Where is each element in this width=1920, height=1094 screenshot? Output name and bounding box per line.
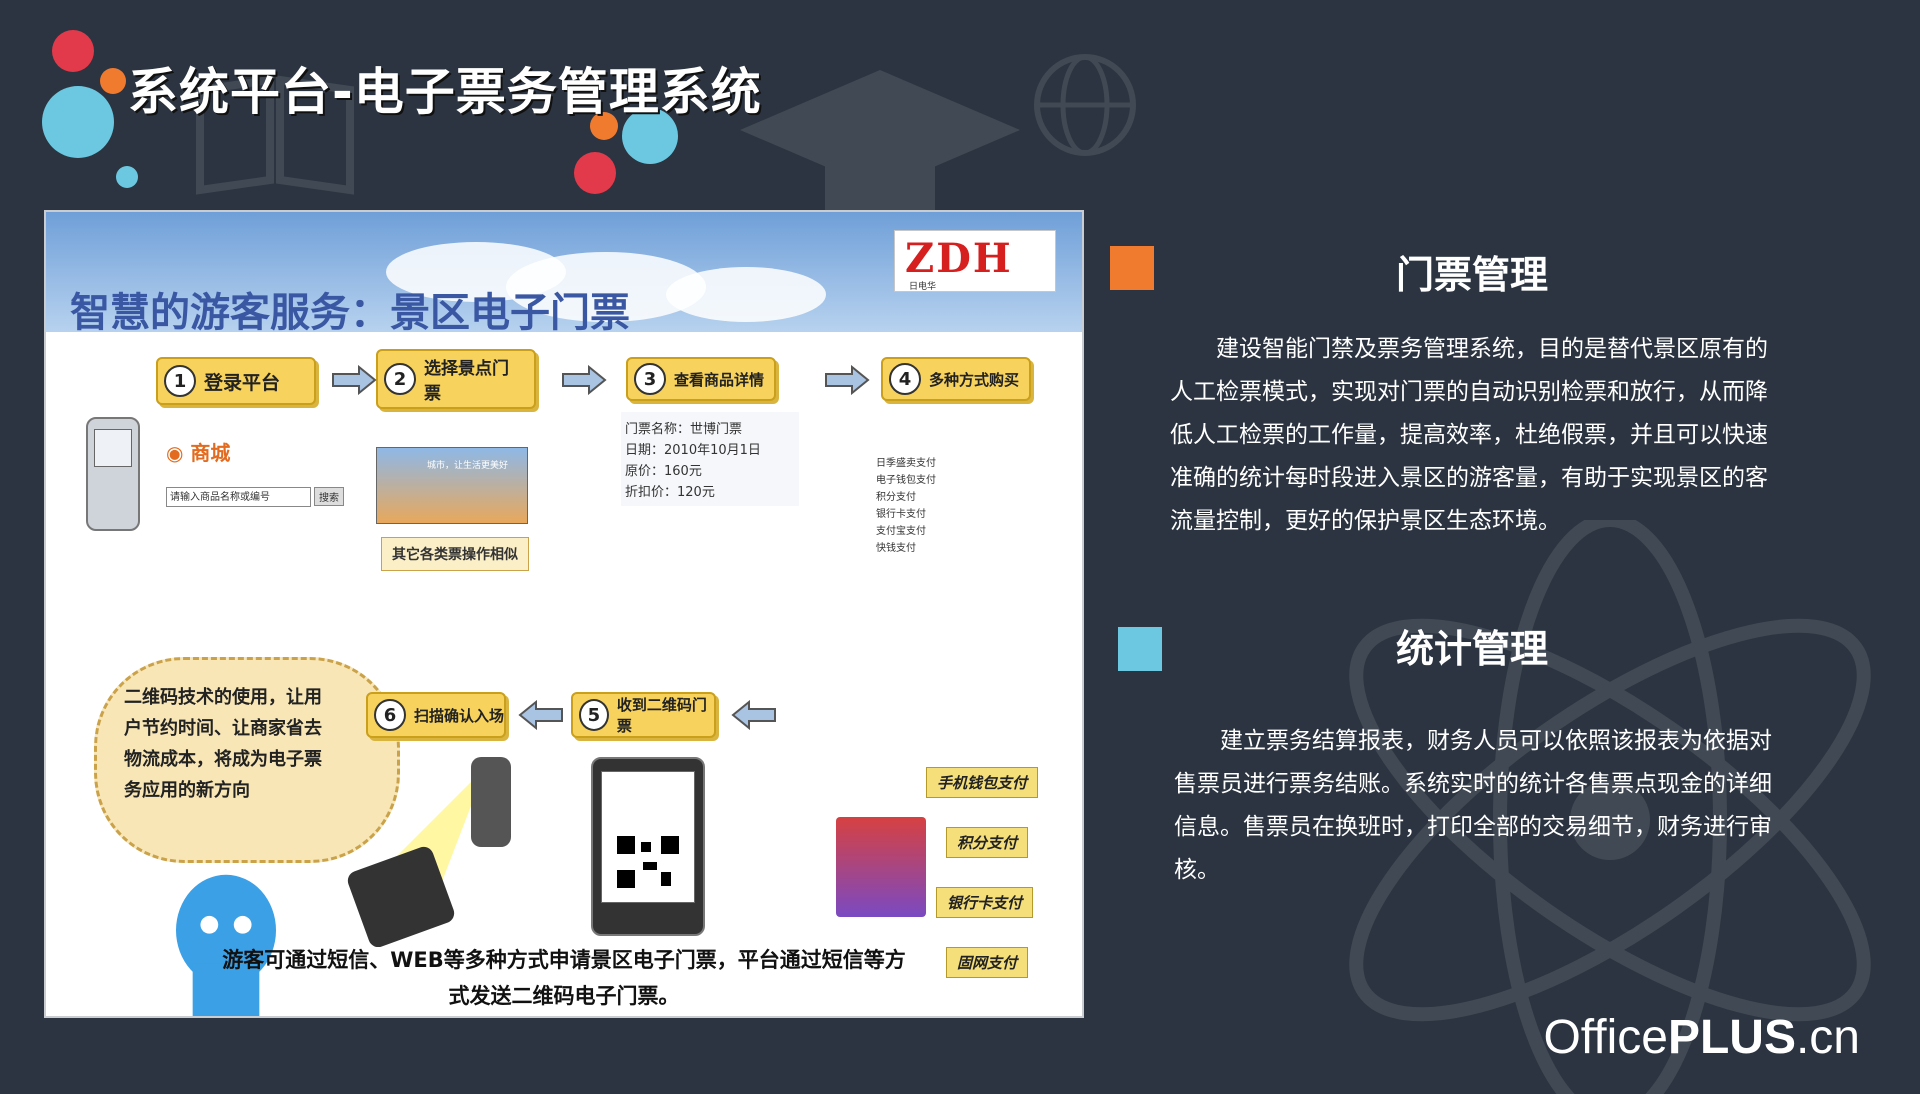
- pay-option: 积分支付: [876, 492, 916, 503]
- right-arrow-icon: [562, 365, 607, 395]
- search-box: 请输入商品名称或编号: [166, 487, 311, 507]
- page-title: 系统平台-电子票务管理系统: [128, 63, 762, 121]
- payment-options-list: 日季盛卖支付 电子钱包支付 积分支付 银行卡支付 支付宝支付 快钱支付: [876, 452, 936, 556]
- qr-code-screen: [601, 771, 695, 903]
- caption-line-1: 游客可通过短信、WEB等多种方式申请景区电子门票，平台通过短信等方: [222, 948, 906, 972]
- ticket-discount: 折扣价：120元: [625, 485, 715, 500]
- slide-heading: 智慧的游客服务：景区电子门票: [70, 289, 630, 336]
- section-1-marker: [1110, 246, 1154, 290]
- step-label: 扫描确认入场: [414, 706, 505, 725]
- pay-method-label: 手机钱包支付: [926, 767, 1039, 798]
- city-caption: 城市，让生活更美好: [427, 461, 509, 471]
- globe-icon: [1034, 54, 1136, 156]
- step-2-badge: 2 选择景点门票: [376, 349, 536, 409]
- bubble-text: 二维码技术的使用，让用户节约时间、让商家省去物流成本，将成为电子票务应用的新方向: [124, 687, 322, 801]
- city-photo: 城市，让生活更美好: [376, 447, 528, 524]
- step-label: 查看商品详情: [674, 370, 765, 389]
- other-tickets-note: 其它各类票操作相似: [381, 537, 529, 571]
- step-6-badge: 6 扫描确认入场: [366, 692, 506, 738]
- left-arrow-icon: [518, 700, 563, 730]
- step-number: 4: [889, 363, 921, 395]
- caption-line-2: 式发送二维码电子门票。: [448, 984, 680, 1008]
- step-number: 2: [384, 363, 416, 395]
- section-1-body: 建设智能门禁及票务管理系统，目的是替代景区原有的人工检票模式，实现对门票的自动识…: [1170, 336, 1768, 534]
- decor-dot: [42, 86, 114, 158]
- step-number: 3: [634, 363, 666, 395]
- right-arrow-icon: [332, 365, 377, 395]
- step-number: 1: [164, 365, 196, 397]
- decor-dot: [100, 68, 126, 94]
- logo-subtext: 日电华: [909, 282, 937, 292]
- brand-bold: PLUS: [1667, 1011, 1796, 1064]
- mall-logo: ◉ 商城: [166, 441, 231, 465]
- right-arrow-icon: [825, 365, 870, 395]
- pay-method-label: 积分支付: [946, 827, 1029, 858]
- pay-option: 快钱支付: [876, 543, 916, 554]
- decor-dot: [116, 166, 138, 188]
- step-5-badge: 5 收到二维码门票: [571, 692, 716, 738]
- flow-panel: 1 登录平台 2 选择景点门票 3 查看商品详情 4 多种方式购买 ◉ 商城 请输入商品…: [66, 337, 1066, 1016]
- ticket-name: 门票名称：世博门票: [625, 422, 743, 437]
- step-number: 6: [374, 699, 406, 731]
- ticket-price: 原价：160元: [625, 464, 702, 479]
- step-number: 5: [579, 699, 609, 731]
- step-label: 选择景点门票: [424, 359, 509, 404]
- decor-dot: [52, 30, 94, 72]
- company-logo: ZDH 日电华: [894, 230, 1056, 292]
- pay-option: 银行卡支付: [876, 509, 926, 520]
- section-2-body: 建立票务结算报表，财务人员可以依照该报表为依据对售票员进行票务结账。系统实时的统…: [1174, 728, 1772, 883]
- pay-option: 电子钱包支付: [876, 475, 936, 486]
- search-button: 搜索: [314, 487, 344, 506]
- step-3-badge: 3 查看商品详情: [626, 357, 776, 401]
- ticket-detail-card: 门票名称：世博门票 日期：2010年10月1日 原价：160元 折扣价：120元: [621, 412, 799, 506]
- barcode-scanner-illustration: [347, 757, 511, 947]
- step-4-badge: 4 多种方式购买: [881, 357, 1031, 401]
- brand-suffix: .cn: [1795, 1011, 1860, 1064]
- phone-screen: [94, 429, 132, 467]
- section-1-title: 门票管理: [1396, 253, 1549, 297]
- ticketing-diagram-image: 智慧的游客服务：景区电子门票 ZDH 日电华 1 登录平台 2 选择景点门票 3 查看…: [44, 210, 1084, 1018]
- card-stack-illustration: [836, 817, 926, 917]
- section-2-title: 统计管理: [1396, 627, 1549, 671]
- step-1-badge: 1 登录平台: [156, 357, 316, 405]
- step-label: 登录平台: [204, 371, 281, 394]
- section-2-marker: [1118, 627, 1162, 671]
- logo-mark: ZDH: [905, 235, 1013, 282]
- left-arrow-icon: [731, 700, 776, 730]
- graduation-cap-icon: [740, 70, 1020, 220]
- pay-method-label: 银行卡支付: [936, 887, 1034, 918]
- cloud-shape: [666, 267, 826, 322]
- mobile-phone-illustration: [86, 417, 140, 531]
- decor-dot: [574, 152, 616, 194]
- pay-option: 日季盛卖支付: [876, 458, 936, 469]
- ticket-date: 日期：2010年10月1日: [625, 443, 761, 458]
- pay-option: 支付宝支付: [876, 526, 926, 537]
- qr-code-icon: [613, 832, 683, 892]
- officeplus-brand: OfficePLUS.cn: [1543, 1010, 1860, 1065]
- slide-caption: 游客可通过短信、WEB等多种方式申请景区电子门票，平台通过短信等方 式发送二维码…: [46, 942, 1082, 1014]
- step-label: 多种方式购买: [929, 370, 1020, 389]
- qr-phone-illustration: [591, 757, 705, 936]
- brand-regular: Office: [1543, 1011, 1668, 1064]
- step-label: 收到二维码门票: [616, 696, 707, 735]
